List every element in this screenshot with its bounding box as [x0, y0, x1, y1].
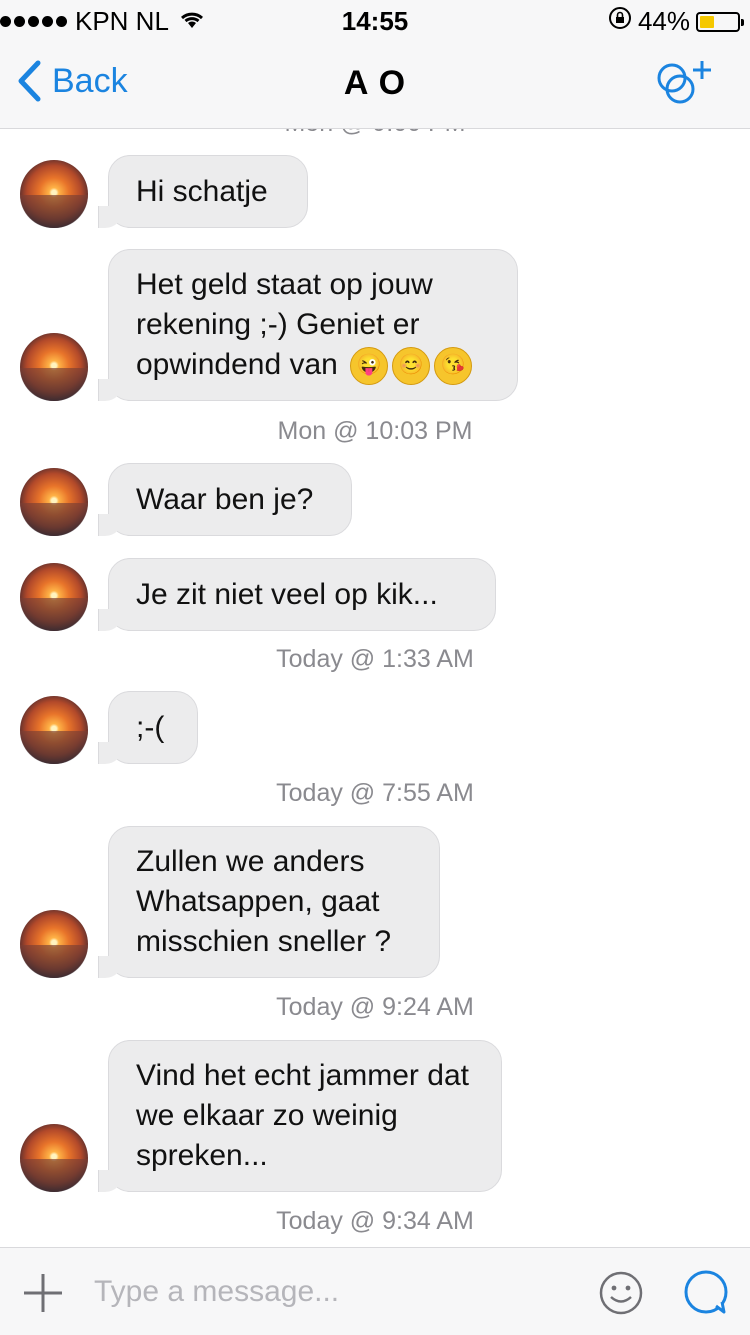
timestamp: Today @ 9:34 AM — [276, 1207, 474, 1235]
kissing-emoji: 😘 — [434, 347, 473, 386]
message-text: Zullen we anders Whatsappen, gaat missch… — [136, 845, 392, 958]
message-bubble[interactable]: Vind het echt jammer dat we elkaar zo we… — [98, 1040, 502, 1192]
avatar[interactable] — [20, 563, 88, 631]
smiling-emoji: 😊 — [392, 347, 431, 386]
message-bubble[interactable]: Hi schatje — [98, 155, 308, 228]
avatar[interactable] — [20, 696, 88, 764]
message-input[interactable] — [92, 1268, 576, 1316]
timestamp: Today @ 7:55 AM — [276, 779, 474, 807]
rotation-lock-icon — [608, 6, 632, 37]
message-text: Vind het echt jammer dat we elkaar zo we… — [136, 1059, 469, 1172]
message-bubble[interactable]: Waar ben je? — [98, 463, 352, 536]
conversation-title: A O — [343, 64, 407, 102]
avatar[interactable] — [20, 910, 88, 978]
battery-icon — [696, 11, 744, 32]
timestamp: Mon @ 10:03 PM — [277, 417, 473, 445]
message-bubble[interactable]: Je zit niet veel op kik... — [98, 558, 496, 631]
plus-icon[interactable] — [22, 1272, 64, 1319]
message-text: Waar ben je? — [136, 482, 314, 516]
message-bubble[interactable]: ;-( — [98, 691, 198, 764]
message-bubble[interactable]: Zullen we anders Whatsappen, gaat missch… — [98, 826, 440, 978]
battery-percent: 44% — [637, 6, 690, 36]
smiley-icon[interactable] — [598, 1270, 644, 1321]
avatar[interactable] — [20, 333, 88, 401]
timestamp: Today @ 9:24 AM — [276, 993, 474, 1021]
message-text: Je zit niet veel op kik... — [136, 577, 438, 611]
message-text: Hi schatje — [136, 174, 268, 208]
avatar[interactable] — [20, 1124, 88, 1192]
status-bar: KPN NL 14:55 44% — [0, 0, 750, 40]
add-group-icon[interactable] — [650, 58, 720, 113]
message-composer — [0, 1247, 750, 1335]
chat-bubble-icon[interactable] — [682, 1268, 732, 1323]
avatar[interactable] — [20, 160, 88, 228]
winking-tongue-emoji: 😜 — [350, 347, 389, 386]
avatar[interactable] — [20, 468, 88, 536]
message-text: ;-( — [136, 710, 165, 744]
navigation-bar: Back A O — [0, 40, 750, 129]
status-right: 44% — [608, 6, 744, 37]
timestamp-cut: Mon @ 9:00 PM — [0, 129, 750, 138]
message-bubble[interactable]: Het geld staat op jouw rekening ;-) Geni… — [98, 249, 518, 401]
message-text: Het geld staat op jouw rekening ;-) Geni… — [136, 267, 433, 381]
message-list[interactable]: Mon @ 9:00 PM Hi schatje Het geld staat … — [0, 129, 750, 1247]
timestamp: Today @ 1:33 AM — [276, 645, 474, 673]
